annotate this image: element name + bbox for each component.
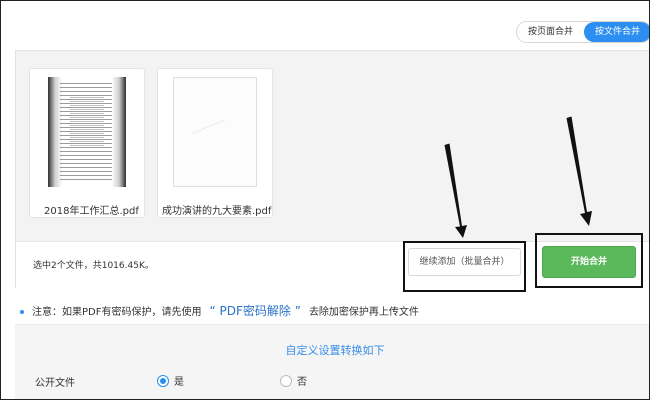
public-no-radio[interactable]: 否 xyxy=(280,373,307,388)
document-thumbnail xyxy=(48,77,126,187)
start-merge-button[interactable]: 开始合并 xyxy=(542,246,636,278)
file-card[interactable] xyxy=(157,68,273,218)
file-name: 成功演讲的九大要素.pdf xyxy=(162,206,272,217)
public-yes-radio[interactable]: 是 xyxy=(157,373,184,388)
password-notice: 注意：如果PDF有密码保护，请先使用 “ PDF密码解除 ” 去除加密保护再上传文件 xyxy=(20,302,419,319)
continue-add-button[interactable]: 继续添加（批量合并） xyxy=(408,248,521,276)
radio-checked-icon xyxy=(157,374,169,387)
blank-page-thumbnail xyxy=(173,77,257,187)
settings-title: 自定义设置转换如下 xyxy=(285,344,385,357)
notice-text: 注意：如果PDF有密码保护，请先使用 xyxy=(32,307,202,318)
merge-by-page-button[interactable]: 按页面合并 xyxy=(517,22,584,42)
radio-label: 否 xyxy=(297,377,307,388)
radio-label: 是 xyxy=(174,377,184,388)
radio-unchecked-icon xyxy=(280,374,292,387)
selection-summary: 选中2个文件，共1016.45K。 xyxy=(33,261,154,271)
document-text-lines xyxy=(70,97,104,147)
settings-panel: 自定义设置转换如下 公开文件 是 否 xyxy=(15,324,650,400)
watermark-mark xyxy=(191,119,229,143)
file-card[interactable] xyxy=(29,68,145,218)
file-name: 2018年工作汇总.pdf xyxy=(44,206,139,217)
notice-text-suffix: 去除加密保护再上传文件 xyxy=(308,307,419,318)
pdf-unlock-link[interactable]: “ PDF密码解除 ” xyxy=(209,304,300,318)
bullet-dot-icon xyxy=(20,310,24,314)
public-file-label: 公开文件 xyxy=(35,378,75,389)
merge-mode-toggle: 按页面合并 按文件合并 xyxy=(516,21,650,43)
merge-by-file-button[interactable]: 按文件合并 xyxy=(584,22,650,42)
